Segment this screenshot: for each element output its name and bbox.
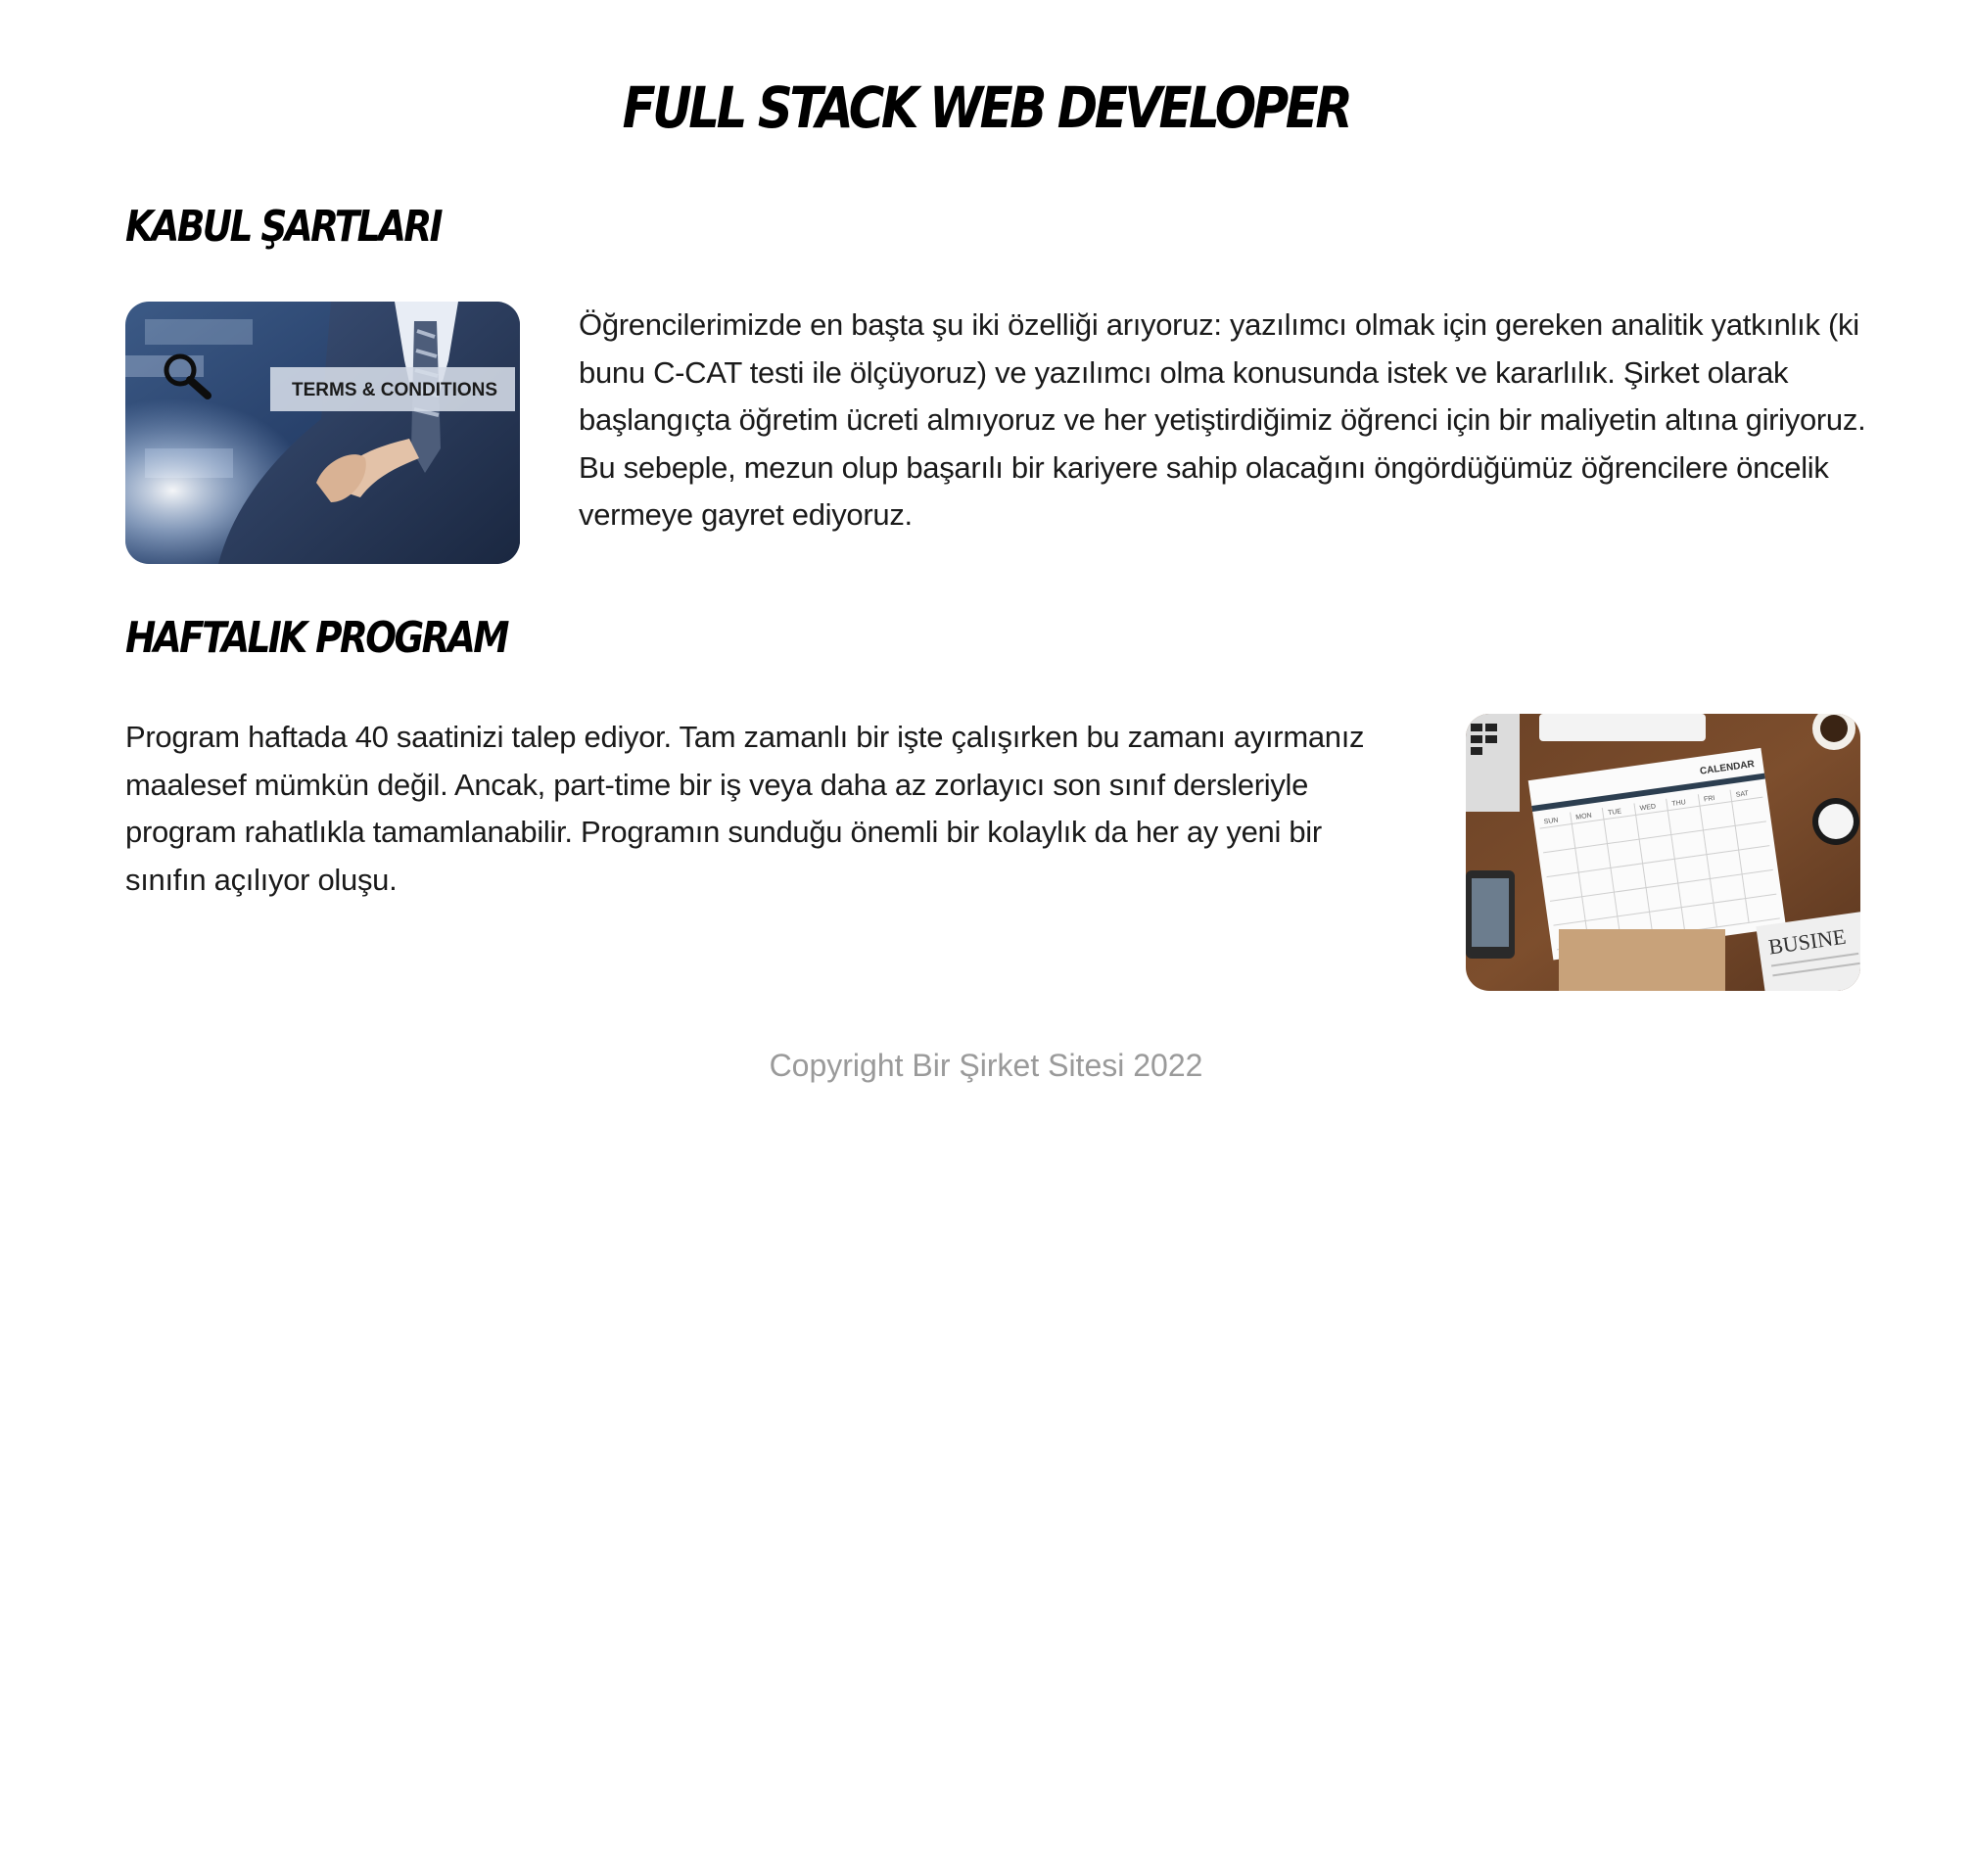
- haftalik-program-text: Program haftada 40 saatinizi talep ediyo…: [125, 720, 1365, 897]
- kabul-sartlari-text: Öğrencilerimizde en başta şu iki özelliğ…: [579, 307, 1866, 532]
- calendar-desk-photo: CALENDAR SUN MON TUE WED THU FRI SAT BUS…: [1466, 714, 1860, 991]
- terms-caption: TERMS & CONDITIONS: [292, 380, 497, 400]
- terms-conditions-photo: TERMS & CONDITIONS: [125, 302, 520, 564]
- section-heading-kabul-sartlari: KABUL ŞARTLARI: [125, 202, 444, 252]
- page-title: FULL STACK WEB DEVELOPER: [622, 74, 1353, 141]
- footer-copyright: Copyright Bir Şirket Sitesi 2022: [769, 1048, 1203, 1083]
- section-heading-haftalik-program: HAFTALIK PROGRAM: [125, 613, 510, 663]
